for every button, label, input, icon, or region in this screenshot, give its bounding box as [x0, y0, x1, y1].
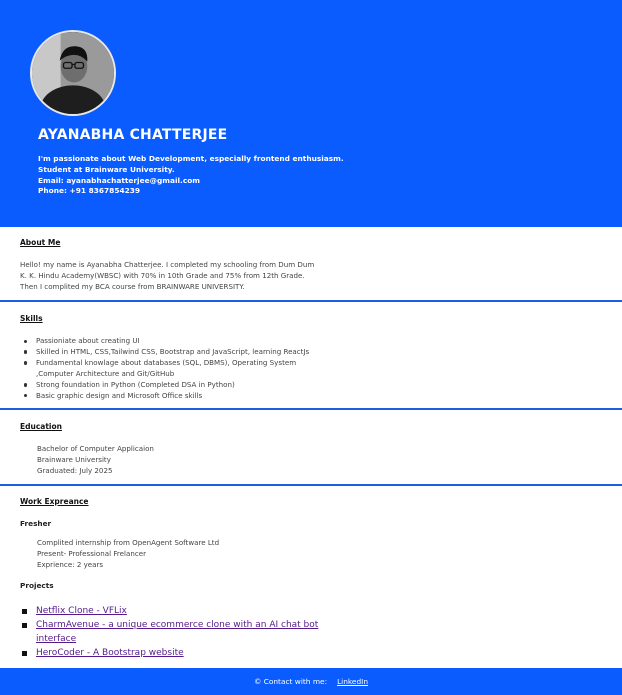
education-degree: Bachelor of Computer Applicaion	[37, 444, 154, 453]
skills-title: Skills	[20, 314, 43, 323]
intro-line: Student at Brainware University.	[38, 164, 175, 174]
profile-intro: I'm passionate about Web Development, es…	[38, 154, 458, 197]
footer-contact-label: © Contact with me:	[253, 677, 328, 686]
projects-title: Projects	[20, 581, 54, 590]
linkedin-link[interactable]: LinkedIn	[337, 677, 368, 686]
education-details: Bachelor of Computer Applicaion Brainwar…	[37, 444, 154, 477]
section-divider	[0, 484, 622, 486]
about-line: Hello! my name is Ayanabha Chatterjee. I…	[20, 260, 315, 269]
work-title: Work Expreance	[20, 497, 89, 506]
project-link-charmavenue[interactable]: CharmAvenue - a unique ecommerce clone w…	[36, 620, 318, 644]
section-divider	[0, 300, 622, 302]
profile-header: AYANABHA CHATTERJEE I'm passionate about…	[0, 0, 622, 227]
education-title: Education	[20, 422, 62, 431]
work-details: Complited internship from OpenAgent Soft…	[37, 538, 219, 571]
project-link-herocoder[interactable]: HeroCoder - A Bootstrap website	[36, 648, 184, 658]
skill-item-continuation: ,Computer Architecture and Git/GitHub	[36, 368, 175, 378]
work-line: Exprience: 2 years	[37, 559, 104, 569]
projects-list: Netflix Clone - VFLix CharmAvenue - a un…	[22, 604, 322, 660]
section-divider	[0, 408, 622, 410]
skill-item: Strong foundation in Python (Completed D…	[24, 380, 309, 391]
skill-item: Basic graphic design and Microsoft Offic…	[24, 391, 309, 402]
avatar	[30, 30, 116, 116]
about-text: Hello! my name is Ayanabha Chatterjee. I…	[20, 260, 330, 293]
skills-list: Passioniate about creating UI Skilled in…	[24, 336, 309, 401]
intro-line: Email: ayanabhachatterjee@gmail.com	[38, 175, 200, 185]
education-university: Brainware University	[37, 454, 111, 464]
project-item: CharmAvenue - a unique ecommerce clone w…	[22, 618, 322, 646]
education-graduated: Graduated: July 2025	[37, 465, 113, 475]
skill-item: Skilled in HTML, CSS,Tailwind CSS, Boots…	[24, 347, 309, 358]
about-title: About Me	[20, 238, 61, 247]
skill-item: Passioniate about creating UI	[24, 336, 309, 347]
project-link-vflix[interactable]: Netflix Clone - VFLix	[36, 606, 127, 616]
work-line: Complited internship from OpenAgent Soft…	[37, 538, 220, 547]
about-line: K. K. Hindu Academy(WBSC) with 70% in 10…	[20, 270, 305, 280]
skill-item: Fundamental knowlage about databases (SQ…	[24, 358, 309, 369]
work-line: Present- Professional Frelancer	[37, 548, 146, 558]
about-line: Then I complited my BCA course from BRAI…	[20, 281, 245, 291]
footer: © Contact with me: LinkedIn	[0, 668, 622, 695]
project-item: Netflix Clone - VFLix	[22, 604, 322, 618]
profile-name: AYANABHA CHATTERJEE	[38, 127, 228, 143]
project-item: HeroCoder - A Bootstrap website	[22, 646, 322, 660]
intro-line: Phone: +91 8367854239	[38, 186, 141, 196]
work-subtitle: Fresher	[20, 519, 52, 528]
intro-line: I'm passionate about Web Development, es…	[38, 154, 344, 163]
